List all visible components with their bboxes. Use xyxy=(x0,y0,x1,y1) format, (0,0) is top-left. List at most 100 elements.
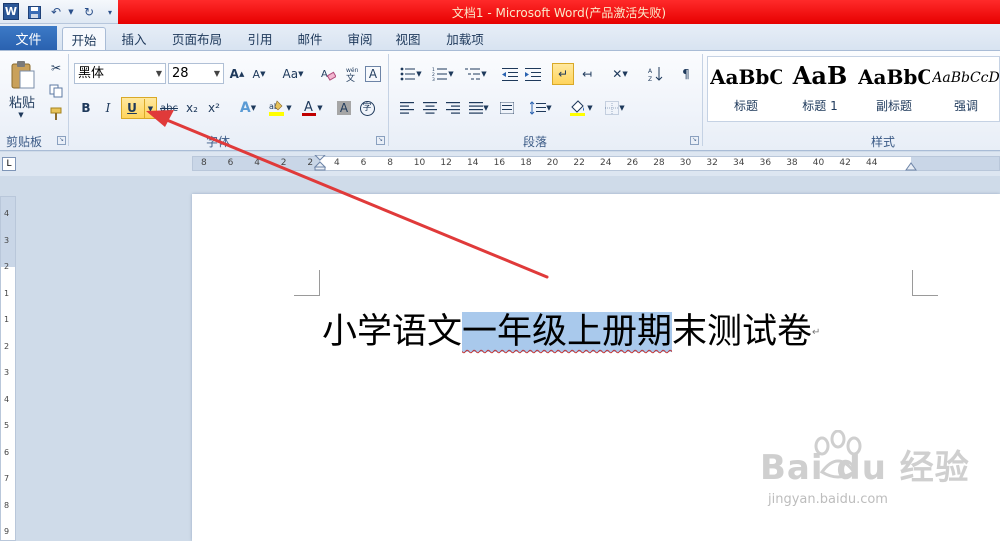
ruler-tick-label: 24 xyxy=(600,158,612,168)
tab-view[interactable]: 视图 xyxy=(386,27,430,50)
justify-icon xyxy=(469,102,484,114)
rtl-direction-icon[interactable]: ↵ xyxy=(552,63,574,85)
underline-dropdown-icon[interactable]: ▼ xyxy=(144,99,156,119)
char-shading-icon[interactable]: A xyxy=(334,98,354,118)
clipboard-launcher-icon[interactable]: ↘ xyxy=(57,136,66,145)
save-icon[interactable] xyxy=(26,3,42,21)
numbering-button[interactable]: 1 2 3 ▼ xyxy=(429,64,457,84)
tab-stop-selector[interactable]: L xyxy=(2,157,16,171)
watermark-url: jingyan.baidu.com xyxy=(768,492,888,507)
char-border-icon[interactable]: A xyxy=(365,66,381,82)
sort-icon[interactable]: AZ xyxy=(646,64,666,84)
change-case-button[interactable]: Aa ▼ xyxy=(280,64,306,84)
indent-marker-icon[interactable] xyxy=(314,155,326,171)
ruler-tick-label: 40 xyxy=(812,158,825,168)
align-right-icon[interactable] xyxy=(443,98,463,118)
ruler-tick-label: 20 xyxy=(546,158,559,168)
italic-button[interactable]: I xyxy=(98,98,118,118)
format-painter-icon[interactable] xyxy=(46,104,66,124)
strikethrough-button[interactable]: abc xyxy=(158,98,180,118)
multilevel-list-icon xyxy=(465,68,481,80)
text-before-selection: 小学语文 xyxy=(322,312,463,352)
tab-references[interactable]: 引用 xyxy=(238,27,282,50)
style-title[interactable]: AaBbC 标题 xyxy=(710,57,782,123)
style-emphasis[interactable]: AaBbCcD 强调 xyxy=(932,57,1000,123)
paste-button-label[interactable]: 粘贴 xyxy=(4,93,40,111)
styles-group-label: 样式 xyxy=(871,135,896,149)
ruler-tick-label: 36 xyxy=(759,158,772,168)
undo-icon[interactable]: ↶ xyxy=(48,3,64,21)
chinese-layout-button[interactable]: ✕ ▼ xyxy=(606,64,634,84)
tab-insert[interactable]: 插入 xyxy=(112,27,156,50)
style-heading-1[interactable]: AaB 标题 1 xyxy=(784,57,856,123)
subscript-button[interactable]: x₂ xyxy=(182,98,202,118)
shrink-font-button[interactable]: A ▼ xyxy=(249,64,269,84)
tab-review[interactable]: 审阅 xyxy=(338,27,382,50)
tab-page-layout[interactable]: 页面布局 xyxy=(164,27,230,50)
ruler-tick-label: 2 xyxy=(280,158,287,168)
show-marks-icon[interactable]: ¶ xyxy=(676,64,696,84)
phonetic-guide-icon[interactable]: wén 文 xyxy=(342,64,362,84)
redo-icon[interactable]: ↻ xyxy=(81,3,97,21)
clear-format-icon[interactable]: A xyxy=(318,64,338,84)
superscript-button[interactable]: x² xyxy=(204,98,224,118)
font-size-combo[interactable]: 28 ▼ xyxy=(168,63,224,84)
ruler-tick-label: 3 xyxy=(4,235,10,245)
bullets-button[interactable]: ▼ xyxy=(397,64,425,84)
font-size-value: 28 xyxy=(172,66,189,81)
distributed-icon[interactable] xyxy=(497,98,517,118)
multilevel-list-button[interactable]: ▼ xyxy=(462,64,490,84)
horizontal-ruler[interactable]: 8 6 4 2 2 4 6 8 10 12 14 16 18 20 22 24 26 28 30 32 34 36 38 40… xyxy=(192,155,1000,171)
style-subtitle[interactable]: AaBbC 副标题 xyxy=(858,57,930,123)
vertical-ruler[interactable]: 432112345678910 xyxy=(0,196,16,541)
ruler-tick-label: 6 xyxy=(360,158,367,168)
undo-dropdown-icon[interactable]: ▼ xyxy=(66,3,76,21)
copy-icon[interactable] xyxy=(46,81,66,101)
borders-button[interactable]: ▼ xyxy=(600,98,630,118)
ruler-tick-label: 3 xyxy=(4,368,10,377)
selected-text[interactable]: 一年级上册期 xyxy=(462,312,673,352)
ruler-tick-label: 2 xyxy=(4,262,10,271)
tab-home[interactable]: 开始 xyxy=(62,27,106,50)
cut-icon[interactable]: ✂ xyxy=(46,58,66,78)
tab-mailings[interactable]: 邮件 xyxy=(288,27,332,50)
text-effects-button[interactable]: A ▼ xyxy=(234,98,262,118)
bold-button[interactable]: B xyxy=(76,98,96,118)
title-bar: W ↶ ▼ ↻ ▾ 文档1 - Microsoft Word(产品激活失败) xyxy=(0,0,1000,24)
word-app-icon[interactable]: W xyxy=(3,3,19,20)
grow-font-button[interactable]: A ▲ xyxy=(227,64,247,84)
svg-text:Z: Z xyxy=(648,76,652,82)
align-left-icon[interactable] xyxy=(397,98,417,118)
increase-indent-icon[interactable] xyxy=(523,64,543,84)
right-indent-marker-icon[interactable] xyxy=(905,161,917,171)
clipboard-group-label: 剪贴板 xyxy=(6,135,43,149)
ruler-tick-label: 10 xyxy=(413,158,426,168)
line-spacing-button[interactable]: ▼ xyxy=(527,98,555,118)
ltr-direction-icon[interactable]: ↤ xyxy=(577,64,597,84)
chinese-layout-icon: ✕ xyxy=(612,67,623,81)
font-launcher-icon[interactable]: ↘ xyxy=(376,136,385,145)
highlight-icon: ab xyxy=(269,100,285,116)
customize-toolbar-icon[interactable]: ▾ xyxy=(104,3,116,21)
tab-file[interactable]: 文件 xyxy=(0,26,57,50)
paste-dropdown-icon[interactable]: ▼ xyxy=(16,110,26,120)
font-name-combo[interactable]: 黑体 ▼ xyxy=(74,63,166,84)
document-title-text[interactable]: 小学语文一年级上册期末测试卷↵ xyxy=(322,306,820,358)
justify-button[interactable]: ▼ xyxy=(466,98,492,118)
highlight-button[interactable]: ab ▼ xyxy=(266,98,294,118)
svg-text:A: A xyxy=(304,100,313,115)
shading-button[interactable]: ▼ xyxy=(566,98,596,118)
line-spacing-icon xyxy=(530,101,547,115)
text-after-selection: 末测试卷 xyxy=(672,312,813,352)
align-center-icon[interactable] xyxy=(420,98,440,118)
paste-icon[interactable] xyxy=(6,58,40,92)
tab-add-ins[interactable]: 加载项 xyxy=(438,27,492,50)
ruler-tick-label: 42 xyxy=(839,158,851,168)
underline-button[interactable]: U xyxy=(122,98,142,118)
enclose-char-icon[interactable]: 字 xyxy=(357,98,377,118)
chevron-down-icon: ▼ xyxy=(213,69,220,78)
window-title: 文档1 - Microsoft Word(产品激活失败) xyxy=(451,6,667,20)
paragraph-launcher-icon[interactable]: ↘ xyxy=(690,136,699,145)
decrease-indent-icon[interactable] xyxy=(500,64,520,84)
font-color-button[interactable]: A ▼ xyxy=(298,98,326,118)
